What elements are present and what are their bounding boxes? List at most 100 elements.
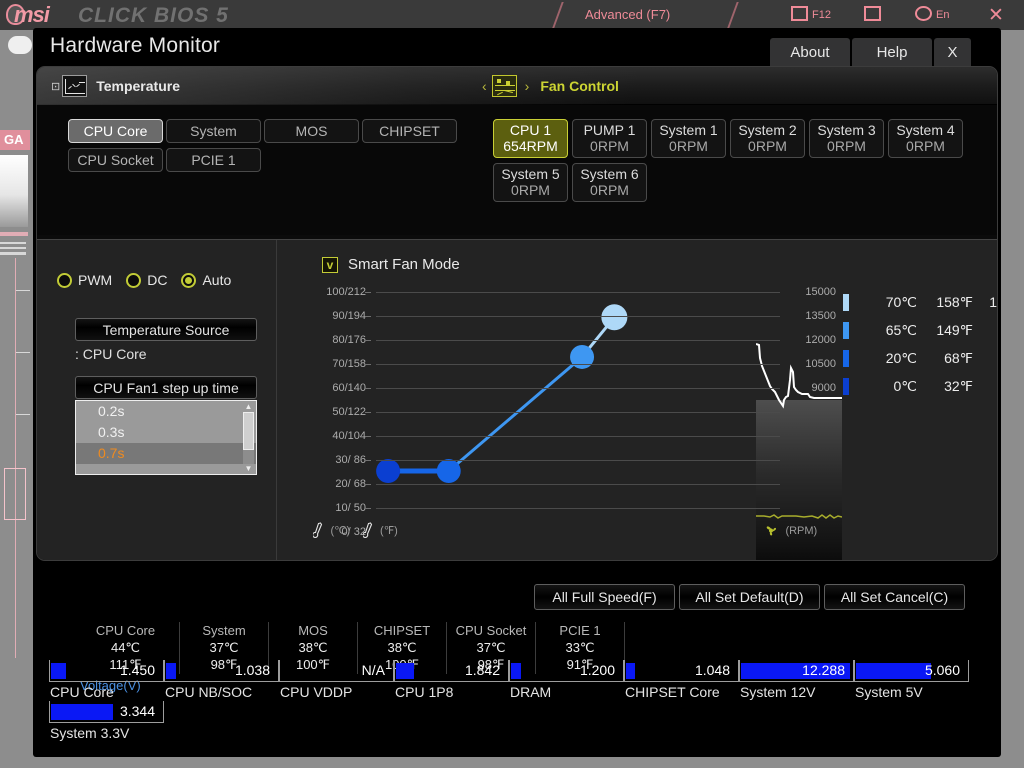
readout-name: CPU Core bbox=[95, 623, 156, 638]
fan-name: CPU 1 bbox=[509, 122, 552, 139]
temperature-source-value: : CPU Core bbox=[75, 346, 147, 362]
readout-name: MOS bbox=[298, 623, 328, 638]
fan-system-6[interactable]: System 6 0RPM bbox=[572, 163, 647, 202]
bios-game-boost-badge: GA bbox=[0, 130, 30, 150]
all-full-speed-button[interactable]: All Full Speed(F) bbox=[534, 584, 675, 610]
smart-fan-mode-label: Smart Fan Mode bbox=[348, 256, 460, 273]
readout-celsius: 37℃ bbox=[209, 640, 239, 655]
curve-node[interactable] bbox=[601, 304, 628, 331]
fan-curve-chart[interactable] bbox=[376, 290, 842, 560]
voltage-value: 1.048 bbox=[694, 662, 730, 678]
curve-node[interactable] bbox=[376, 459, 401, 484]
temp-source-cpu-core[interactable]: CPU Core bbox=[68, 119, 163, 143]
gauge-top-border bbox=[50, 681, 163, 682]
tab-temperature[interactable]: ⊡ Temperature bbox=[51, 67, 180, 105]
voltage-value: 3.344 bbox=[119, 703, 155, 719]
scroll-down-icon[interactable]: ▼ bbox=[243, 465, 254, 473]
step-list-scrollbar[interactable]: ▲ ▼ bbox=[243, 403, 254, 473]
fan-system-1[interactable]: System 1 0RPM bbox=[651, 119, 726, 158]
temp-source-chipset[interactable]: CHIPSET bbox=[362, 119, 457, 143]
all-set-default-button[interactable]: All Set Default(D) bbox=[679, 584, 820, 610]
thermometer-fahrenheit-icon bbox=[361, 522, 374, 539]
fan-system-3[interactable]: System 3 0RPM bbox=[809, 119, 884, 158]
all-set-cancel-button[interactable]: All Set Cancel(C) bbox=[824, 584, 965, 610]
radio-auto-label: Auto bbox=[202, 272, 232, 288]
radio-dc-label: DC bbox=[147, 272, 168, 288]
voltage-label: CHIPSET Core bbox=[625, 684, 720, 700]
hardware-monitor-dialog: Hardware Monitor About Help X ⊡ Temperat… bbox=[33, 28, 1001, 757]
fan-system-2[interactable]: System 2 0RPM bbox=[730, 119, 805, 158]
temp-source-system[interactable]: System bbox=[166, 119, 261, 143]
radio-pwm[interactable]: PWM bbox=[57, 272, 112, 288]
fan-rpm: 0RPM bbox=[827, 137, 866, 154]
f12-label: F12 bbox=[812, 9, 831, 21]
chevron-left-icon[interactable]: ‹ bbox=[482, 78, 487, 94]
voltage-value: 12.288 bbox=[802, 662, 845, 678]
legend-row: 65℃ 149℉ 75% bbox=[843, 316, 997, 344]
temperature-source-header[interactable]: Temperature Source bbox=[75, 318, 257, 341]
step-up-time-header[interactable]: CPU Fan1 step up time bbox=[75, 376, 257, 399]
voltage-value: 1.450 bbox=[119, 662, 155, 678]
tab-fan-control[interactable]: ‹ › Fan Control bbox=[477, 67, 619, 105]
fan-system-4[interactable]: System 4 0RPM bbox=[888, 119, 963, 158]
curve-segment bbox=[447, 355, 584, 473]
en-label: En bbox=[936, 9, 950, 21]
legend-row: 70℃ 158℉ 100% bbox=[843, 288, 997, 316]
voltage-label: CPU Core bbox=[50, 684, 114, 700]
voltage-bar-fill bbox=[51, 663, 66, 679]
about-button[interactable]: About bbox=[770, 38, 850, 66]
scrollbar-thumb[interactable] bbox=[243, 412, 254, 450]
radio-dc[interactable]: DC bbox=[126, 272, 167, 288]
legend-percent: 20% bbox=[975, 350, 998, 366]
curve-node[interactable] bbox=[436, 459, 461, 484]
chart-gridline bbox=[376, 412, 780, 413]
voltage-value: 1.200 bbox=[579, 662, 615, 678]
gauge-top-border bbox=[740, 681, 853, 682]
chart-y-tick-right: 13500 bbox=[805, 310, 836, 322]
temp-source-mos[interactable]: MOS bbox=[264, 119, 359, 143]
temp-source-pcie-1[interactable]: PCIE 1 bbox=[166, 148, 261, 172]
fan-settings-column: PWM DC Auto Temperature Source : CPU Cor… bbox=[37, 240, 277, 560]
fan-name: System 4 bbox=[896, 122, 955, 139]
chart-y-tick-left: 60/140 bbox=[332, 382, 366, 394]
chart-y-tick-right: 15000 bbox=[805, 286, 836, 298]
step-up-time-list[interactable]: 0.2s 0.3s 0.7s ▲ ▼ bbox=[75, 400, 257, 475]
voltage-gauge: 1.048 bbox=[624, 660, 739, 682]
gauge-top-border bbox=[855, 681, 968, 682]
legend-swatch bbox=[843, 294, 849, 311]
bios-accent-line bbox=[15, 258, 16, 658]
fan-curve-legend: 70℃ 158℉ 100% 65℃ 149℉ 75% 20℃ 68℉ bbox=[843, 288, 998, 400]
fan-pump-1[interactable]: PUMP 1 0RPM bbox=[572, 119, 647, 158]
tab-fan-control-label: Fan Control bbox=[540, 78, 619, 94]
voltage-cpu-nb-soc: 1.038 CPU NB/SOC bbox=[164, 660, 279, 708]
fan-name: System 1 bbox=[659, 122, 718, 139]
readout-celsius: 33℃ bbox=[565, 640, 595, 655]
close-button[interactable]: X bbox=[934, 38, 971, 66]
gauge-top-border bbox=[165, 681, 278, 682]
chart-y-tick-left: 10/ 50 bbox=[335, 502, 366, 514]
scroll-up-icon[interactable]: ▲ bbox=[243, 403, 254, 411]
fan-cpu-1[interactable]: CPU 1 654RPM bbox=[493, 119, 568, 158]
fan-system-5[interactable]: System 5 0RPM bbox=[493, 163, 568, 202]
voltage-label: System 3.3V bbox=[50, 725, 130, 741]
unit-rpm-label: (RPM) bbox=[785, 524, 818, 537]
voltage-gauge: 3.344 bbox=[49, 701, 164, 723]
selector-row: CPU Core System MOS CHIPSET CPU Socket P… bbox=[37, 105, 997, 235]
gauge-top-border bbox=[625, 681, 738, 682]
step-option-0-3s[interactable]: 0.3s bbox=[76, 422, 256, 443]
chevron-right-icon[interactable]: › bbox=[525, 78, 530, 94]
help-button[interactable]: Help bbox=[852, 38, 932, 66]
bios-accent-line bbox=[0, 232, 28, 236]
step-option-0-7s[interactable]: 0.7s bbox=[76, 443, 256, 464]
voltage-label: CPU NB/SOC bbox=[165, 684, 253, 700]
step-option-0-2s[interactable]: 0.2s bbox=[76, 401, 256, 422]
radio-auto[interactable]: Auto bbox=[181, 272, 231, 288]
smart-fan-checkbox[interactable]: v bbox=[322, 256, 338, 273]
chart-gridline bbox=[376, 388, 780, 389]
temp-source-cpu-socket[interactable]: CPU Socket bbox=[68, 148, 163, 172]
bios-divider bbox=[0, 242, 26, 244]
curve-node[interactable] bbox=[570, 344, 595, 369]
bios-selected-item bbox=[4, 468, 26, 520]
smart-fan-mode-toggle[interactable]: v Smart Fan Mode bbox=[322, 256, 460, 273]
radio-auto-dot bbox=[181, 272, 197, 288]
